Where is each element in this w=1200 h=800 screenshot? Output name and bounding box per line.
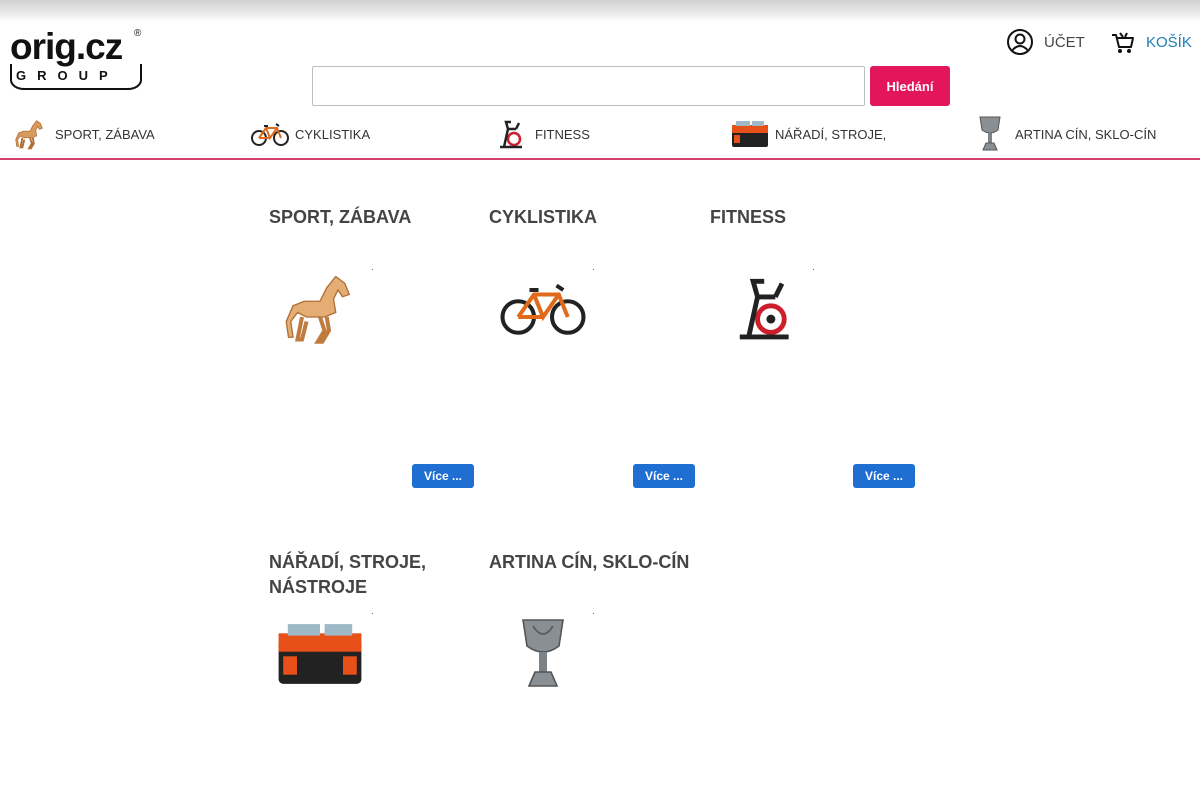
bicycle-icon xyxy=(250,114,290,154)
shopping-basket-icon xyxy=(1112,32,1134,53)
user-circle-icon xyxy=(1007,29,1033,55)
category-image[interactable] xyxy=(714,260,810,356)
category-image[interactable] xyxy=(272,260,368,356)
category-title[interactable]: ARTINA CÍN, SKLO-CÍN xyxy=(489,550,689,575)
search-input[interactable] xyxy=(312,66,865,106)
goblet-icon xyxy=(970,114,1010,154)
nav-item-label: NÁŘADÍ, STROJE, xyxy=(775,126,887,142)
nav-item-fitness[interactable]: FITNESS xyxy=(490,110,590,158)
exercise-bike-icon xyxy=(490,114,530,154)
category-title[interactable]: CYKLISTIKA xyxy=(489,205,597,230)
category-title-line: NÁŘADÍ, STROJE, xyxy=(269,552,427,572)
category-title[interactable]: SPORT, ZÁBAVA xyxy=(269,205,411,230)
nav-item-naradi[interactable]: NÁŘADÍ, STROJE, xyxy=(730,110,886,158)
more-button[interactable]: Více ... xyxy=(853,464,915,488)
category-title-line: NÁSTROJE xyxy=(269,577,368,597)
exercise-bike-icon xyxy=(739,278,789,340)
horse-icon xyxy=(285,275,351,344)
nav-item-label: ARTINA CÍN, SKLO-CÍN xyxy=(1015,126,1157,142)
category-image[interactable] xyxy=(495,606,591,702)
category-image[interactable] xyxy=(495,260,591,356)
account-label: ÚČET xyxy=(1044,33,1085,51)
category-image[interactable] xyxy=(272,606,368,702)
cart-link[interactable]: KOŠÍK xyxy=(1110,28,1192,56)
toolbox-icon xyxy=(278,624,362,684)
category-title[interactable]: FITNESS xyxy=(710,205,786,230)
goblet-icon xyxy=(522,619,564,687)
bicycle-icon xyxy=(500,283,586,335)
site-logo[interactable]: orig.cz ® GROUP xyxy=(10,28,145,90)
category-nav: SPORT, ZÁBAVA CYKLISTIKA FITNESS NÁŘADÍ,… xyxy=(0,110,1200,160)
nav-item-sport[interactable]: SPORT, ZÁBAVA xyxy=(10,110,155,158)
category-dot: . xyxy=(592,606,595,617)
cart-label: KOŠÍK xyxy=(1146,33,1192,51)
category-title[interactable]: NÁŘADÍ, STROJE, NÁSTROJE xyxy=(269,550,426,600)
more-button[interactable]: Více ... xyxy=(412,464,474,488)
top-gradient-bar xyxy=(0,0,1200,22)
account-link[interactable]: ÚČET xyxy=(1006,28,1085,56)
toolbox-icon xyxy=(730,114,770,154)
nav-item-artina[interactable]: ARTINA CÍN, SKLO-CÍN xyxy=(970,110,1156,158)
more-button[interactable]: Více ... xyxy=(633,464,695,488)
horse-icon xyxy=(10,114,50,154)
category-dot: . xyxy=(371,262,374,273)
nav-item-label: CYKLISTIKA xyxy=(295,126,371,142)
logo-sub-text: GROUP xyxy=(16,68,119,83)
logo-brand-text: orig.cz xyxy=(10,26,123,67)
nav-item-cyklistika[interactable]: CYKLISTIKA xyxy=(250,110,370,158)
category-dot: . xyxy=(371,606,374,617)
category-dot: . xyxy=(812,262,815,273)
nav-item-label: FITNESS xyxy=(535,126,590,142)
nav-item-label: SPORT, ZÁBAVA xyxy=(55,126,155,142)
search-button[interactable]: Hledání xyxy=(870,66,950,106)
category-dot: . xyxy=(592,262,595,273)
logo-registered-mark: ® xyxy=(134,28,142,39)
